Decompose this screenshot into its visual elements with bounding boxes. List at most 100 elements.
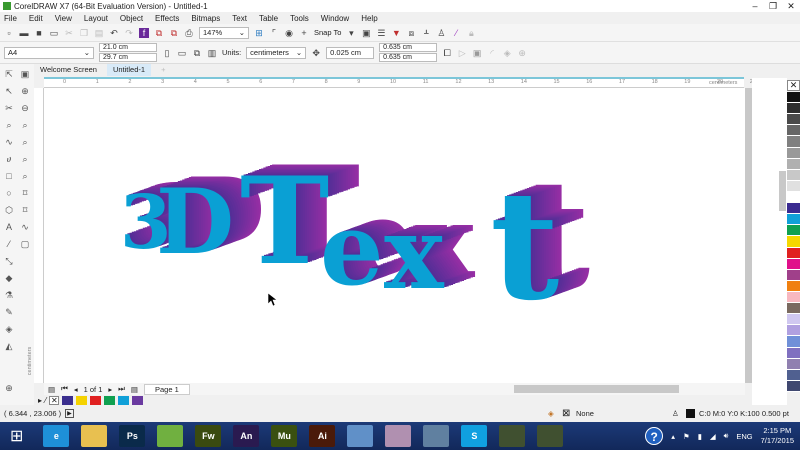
save-icon[interactable]: ■ [34, 28, 44, 38]
add-page-icon[interactable]: ▤ [48, 385, 55, 394]
prev-page-icon[interactable]: ◂ [74, 385, 78, 394]
show-hidden-icons[interactable]: ▴ [671, 432, 675, 441]
taskbar-app-app2[interactable] [537, 425, 564, 447]
document-color-swatch[interactable] [118, 395, 130, 405]
play-icon[interactable]: ▷ [457, 48, 467, 58]
crop-tool-icon[interactable]: ✂ [3, 102, 15, 114]
clock[interactable]: 2:15 PM 7/17/2015 [761, 426, 794, 446]
menu-layout[interactable]: Layout [84, 14, 108, 23]
full-screen-icon[interactable]: ⊞ [254, 28, 264, 38]
no-color-swatch[interactable]: ✕ [49, 395, 60, 405]
pan-icon[interactable]: ∿ [19, 221, 31, 233]
add-tab-icon[interactable]: + [155, 64, 171, 76]
open-icon[interactable]: ▬ [19, 28, 29, 38]
color-swatch[interactable] [787, 180, 800, 192]
zoom-width-icon[interactable]: ⌑ [19, 187, 31, 199]
taskbar-app-fireworks[interactable]: Fw [195, 425, 222, 447]
cube-icon[interactable]: ◈ [502, 48, 512, 58]
connector-tool-icon[interactable]: ⤡ [3, 255, 15, 267]
new-icon[interactable]: ▫ [4, 28, 14, 38]
color-swatch[interactable] [787, 269, 800, 281]
color-swatch[interactable] [787, 369, 800, 381]
application-launcher-icon[interactable]: ▼ [391, 28, 401, 38]
zoom-height-icon[interactable]: ⌑ [19, 204, 31, 216]
import-icon[interactable]: ⧉ [154, 28, 164, 38]
color-swatch[interactable] [787, 291, 800, 304]
all-pages-icon[interactable]: ⧉ [192, 48, 202, 58]
document-color-swatch[interactable] [76, 395, 88, 405]
freehand-tool-icon[interactable]: ∿ [3, 136, 15, 148]
ellipse-tool-icon[interactable]: ○ [3, 187, 15, 199]
eyedropper-icon[interactable]: ⁄ [45, 396, 46, 405]
letter-t[interactable]: ttttttttttttttt [490, 147, 590, 334]
drawing-canvas[interactable]: 333333333333333DDDDDDDDDDDDDDDTTTTTTTTTT… [44, 88, 745, 383]
menu-bitmaps[interactable]: Bitmaps [191, 14, 220, 23]
transparency-tool-icon[interactable]: ⚗ [3, 289, 15, 301]
shape-tool-icon[interactable]: ↖ [3, 85, 15, 97]
nudge-distance-input[interactable]: 0.025 cm [326, 46, 375, 59]
redo-icon[interactable]: ↷ [124, 28, 134, 38]
add-page-after-icon[interactable]: ▤ [131, 385, 138, 394]
vertical-scroll-thumb[interactable] [779, 171, 786, 211]
color-swatch[interactable] [787, 336, 800, 348]
menu-file[interactable]: File [4, 14, 17, 23]
last-page-icon[interactable]: ⏭ [118, 384, 125, 394]
landscape-icon[interactable]: ▭ [177, 48, 187, 58]
palette-menu-icon[interactable]: ▸ [38, 396, 42, 405]
document-color-swatch[interactable] [104, 395, 116, 405]
view-icon[interactable]: ◉ [284, 28, 294, 38]
color-eyedropper-tool-icon[interactable]: ✎ [3, 306, 15, 318]
color-swatch[interactable] [787, 214, 800, 226]
export-icon[interactable]: ⧉ [169, 28, 179, 38]
vertical-scrollbar[interactable] [745, 88, 752, 383]
pick-tool-icon[interactable]: ⇱ [3, 68, 15, 80]
taskbar-app-explorer[interactable] [81, 425, 108, 447]
customize-toolbox-icon[interactable]: ⊕ [3, 382, 15, 394]
menu-window[interactable]: Window [321, 14, 349, 23]
taskbar-app-illustrator[interactable]: Ai [309, 425, 336, 447]
page-width-input[interactable]: 21.0 cm [99, 43, 157, 52]
vertical-ruler[interactable]: centimeters [27, 88, 44, 383]
color-swatch[interactable] [787, 358, 800, 370]
add-icon[interactable]: ⊕ [517, 48, 527, 58]
page-size-select[interactable]: A4 ⌄ [4, 46, 94, 59]
cut-icon[interactable]: ✂ [64, 28, 74, 38]
taskbar-app-ie[interactable]: e [43, 425, 70, 447]
duplicate-x-input[interactable]: 0.635 cm [379, 43, 438, 52]
color-swatch[interactable] [787, 158, 800, 170]
taskbar-app-skype[interactable]: S [461, 425, 488, 447]
paste-icon[interactable]: ▤ [94, 28, 104, 38]
color-swatch[interactable] [787, 136, 800, 148]
zoom-one-icon[interactable]: ⌕ [19, 119, 31, 131]
brush-icon[interactable]: ⁄ [451, 28, 461, 38]
color-swatch[interactable] [787, 280, 800, 292]
color-swatch[interactable] [787, 303, 800, 315]
color-swatch[interactable] [787, 203, 800, 215]
grid-icon[interactable]: + [299, 28, 309, 38]
taskbar-app-muse[interactable]: Mu [271, 425, 298, 447]
smart-fill-tool-icon[interactable]: ◭ [3, 340, 15, 352]
close-button[interactable]: ✕ [784, 0, 798, 12]
zoom-tool-icon[interactable]: ⌕ [3, 119, 15, 131]
color-icon[interactable]: ▢ [19, 238, 31, 250]
units-select[interactable]: centimeters ⌄ [246, 46, 307, 59]
page-height-input[interactable]: 29.7 cm [99, 53, 157, 62]
taskbar-app-calculator[interactable] [423, 425, 450, 447]
rulers-icon[interactable]: ⌜ [269, 28, 279, 38]
taskbar-app-app1[interactable] [499, 425, 526, 447]
zoom-out-icon[interactable]: ⊖ [19, 102, 31, 114]
document-color-swatch[interactable] [62, 395, 74, 405]
color-swatch[interactable] [787, 236, 800, 248]
menu-text[interactable]: Text [232, 14, 247, 23]
zoom-in-icon[interactable]: ⊕ [19, 85, 31, 97]
copy-icon[interactable]: ❐ [79, 28, 89, 38]
blend-tool-icon[interactable]: ◆ [3, 272, 15, 284]
print-icon[interactable]: ▭ [49, 28, 59, 38]
horizontal-scrollbar[interactable] [514, 385, 679, 393]
portrait-icon[interactable]: ▯ [162, 48, 172, 58]
menu-tools[interactable]: Tools [290, 14, 309, 23]
rectangle-tool-icon[interactable]: □ [3, 170, 15, 182]
color-swatch[interactable] [787, 247, 800, 259]
volume-icon[interactable]: 🔊︎ [724, 431, 729, 441]
color-swatch[interactable] [787, 92, 800, 104]
